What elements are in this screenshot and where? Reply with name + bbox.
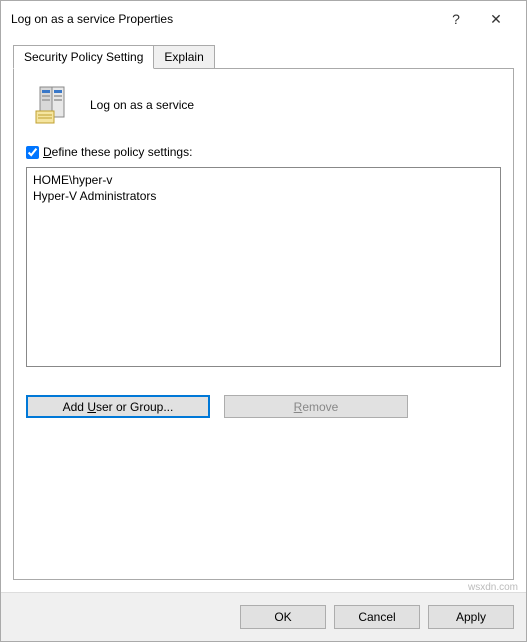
tab-security-policy-setting[interactable]: Security Policy Setting <box>13 45 154 69</box>
help-button[interactable]: ? <box>436 11 476 27</box>
titlebar: Log on as a service Properties ? ✕ <box>1 1 526 37</box>
policy-header: Log on as a service <box>26 85 501 125</box>
list-item[interactable]: Hyper-V Administrators <box>33 188 494 204</box>
policy-server-icon <box>34 85 74 125</box>
watermark: wsxdn.com <box>468 582 518 593</box>
tab-panel: Log on as a service Define these policy … <box>13 68 514 580</box>
remove-button: Remove <box>224 395 408 418</box>
apply-button[interactable]: Apply <box>428 605 514 629</box>
dialog-button-bar: OK Cancel Apply <box>1 592 526 641</box>
content-area: Security Policy Setting Explain Log on a… <box>1 37 526 592</box>
policy-title: Log on as a service <box>90 98 194 112</box>
tab-strip: Security Policy Setting Explain <box>13 45 514 69</box>
define-policy-checkbox-row[interactable]: Define these policy settings: <box>26 145 501 159</box>
add-user-or-group-button[interactable]: Add User or Group... <box>26 395 210 418</box>
close-button[interactable]: ✕ <box>476 11 516 28</box>
list-item[interactable]: HOME\hyper-v <box>33 172 494 188</box>
list-buttons: Add User or Group... Remove <box>26 395 501 418</box>
ok-button[interactable]: OK <box>240 605 326 629</box>
define-policy-checkbox[interactable] <box>26 146 39 159</box>
users-listbox[interactable]: HOME\hyper-v Hyper-V Administrators <box>26 167 501 367</box>
window-title: Log on as a service Properties <box>11 12 436 26</box>
define-policy-label: Define these policy settings: <box>43 145 192 159</box>
tab-explain[interactable]: Explain <box>153 45 214 69</box>
cancel-button[interactable]: Cancel <box>334 605 420 629</box>
